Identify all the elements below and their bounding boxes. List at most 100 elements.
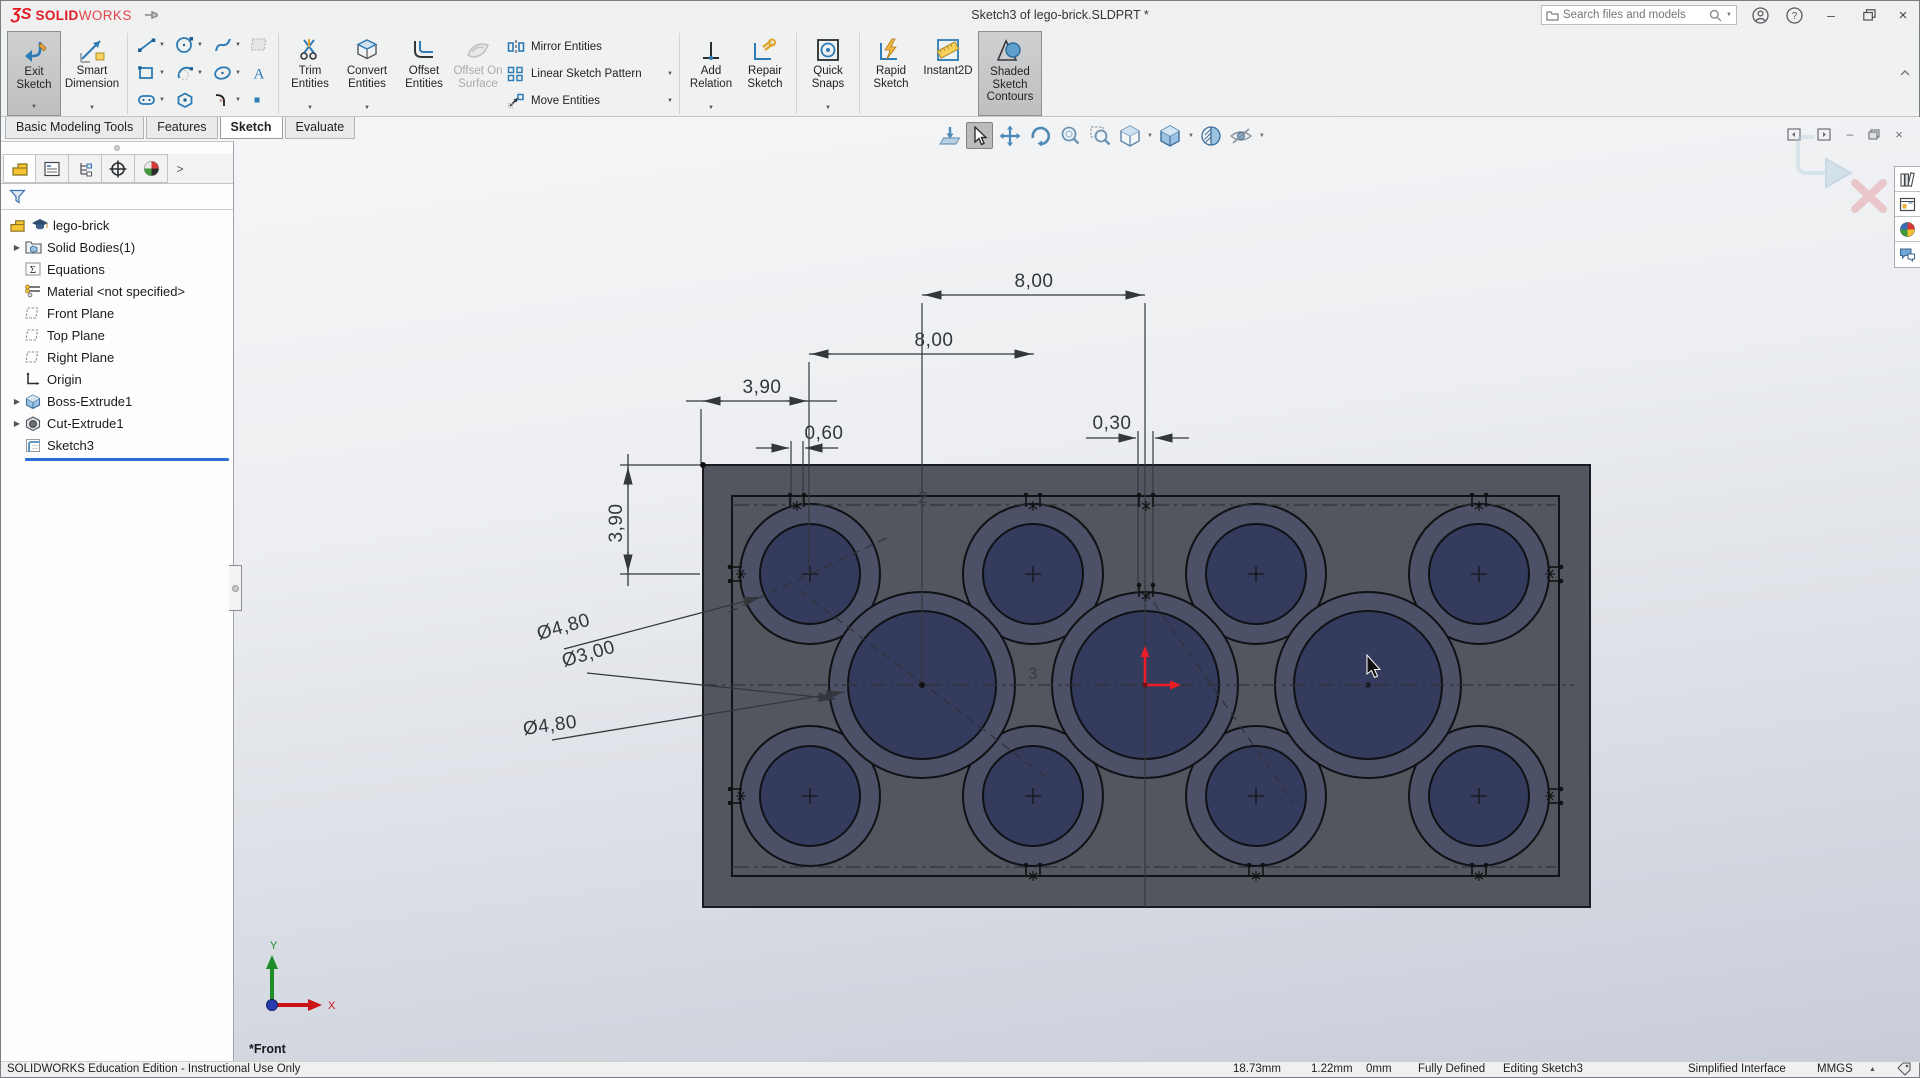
configurationmanager-tab[interactable] xyxy=(69,154,102,183)
slot-caret[interactable]: ▼ xyxy=(159,97,165,103)
move-entities-button[interactable]: Move Entities ▼ xyxy=(505,90,675,112)
shaded-sketch-contours-button[interactable]: Shaded Sketch Contours xyxy=(978,31,1042,116)
linear-sketch-pattern-button[interactable]: Linear Sketch Pattern ▼ xyxy=(505,63,675,85)
polygon-tool[interactable] xyxy=(172,92,210,108)
spline-icon xyxy=(213,36,233,54)
convert-caret[interactable]: ▼ xyxy=(364,102,370,115)
tree-item-right-plane[interactable]: Right Plane xyxy=(1,346,233,368)
dimension-8b[interactable]: 8,00 xyxy=(809,330,1034,354)
hide-show-caret[interactable]: ▼ xyxy=(1259,133,1265,139)
help-icon[interactable]: ? xyxy=(1781,4,1807,26)
tab-features[interactable]: Features xyxy=(146,117,217,139)
doc-close-icon[interactable]: × xyxy=(1888,125,1910,143)
units-selector[interactable]: MMGS xyxy=(1817,1063,1853,1075)
status-tag-icon[interactable] xyxy=(1897,1062,1911,1076)
restore-button[interactable] xyxy=(1856,4,1882,26)
search-icon[interactable] xyxy=(1709,9,1722,22)
tree-item-boss-extrude1[interactable]: ▶ Boss-Extrude1 xyxy=(1,390,233,412)
tab-basic-modeling-tools[interactable]: Basic Modeling Tools xyxy=(5,117,144,139)
tree-item-lego-brick[interactable]: lego-brick xyxy=(1,214,233,236)
svg-text:8,00: 8,00 xyxy=(1015,271,1054,292)
slot-tool[interactable]: ▼ xyxy=(134,93,172,107)
dimxpert-tab[interactable] xyxy=(102,154,135,183)
search-box[interactable]: ▼ xyxy=(1541,5,1737,25)
tree-filter[interactable] xyxy=(1,184,233,210)
tree-item-equations[interactable]: Σ Equations xyxy=(1,258,233,280)
propertymanager-tab[interactable] xyxy=(36,154,69,183)
ellipse-tool[interactable]: ▼ xyxy=(210,64,248,82)
featuremanager-tree-tab[interactable] xyxy=(3,154,36,183)
convert-entities-label: Convert Entities xyxy=(337,65,397,90)
spline-caret[interactable]: ▼ xyxy=(235,42,241,48)
displaymanager-tab[interactable] xyxy=(135,154,168,183)
sketch-point[interactable] xyxy=(919,682,925,688)
display-style-caret[interactable]: ▼ xyxy=(1188,133,1194,139)
search-scope-caret[interactable]: ▼ xyxy=(1726,12,1732,18)
property-list-icon xyxy=(43,161,61,177)
tree-item-top-plane[interactable]: Top Plane xyxy=(1,324,233,346)
instant2d-button[interactable]: Instant2D xyxy=(918,31,978,116)
graphics-area[interactable]: Basic Modeling Tools Features Sketch Eva… xyxy=(1,117,1920,1063)
ellipse-caret[interactable]: ▼ xyxy=(235,70,241,76)
point-tool[interactable] xyxy=(248,94,274,106)
line-tool[interactable]: ▼ xyxy=(134,37,172,53)
add-relation-button[interactable]: Add Relation ▼ xyxy=(684,31,738,116)
smart-dimension-caret[interactable]: ▼ xyxy=(89,102,95,115)
sketch-point[interactable] xyxy=(700,462,706,468)
interface-mode[interactable]: Simplified Interface xyxy=(1688,1063,1786,1075)
trim-caret[interactable]: ▼ xyxy=(307,102,313,115)
panel-tabs-more[interactable]: > xyxy=(168,154,192,183)
expand-arrow-icon[interactable]: ▶ xyxy=(9,243,25,252)
exit-sketch-button[interactable]: Exit Sketch ▼ xyxy=(7,31,61,116)
fillet-tool[interactable]: × ▼ xyxy=(210,92,248,108)
line-caret[interactable]: ▼ xyxy=(159,42,165,48)
exit-sketch-caret[interactable]: ▼ xyxy=(31,101,37,114)
rollback-bar[interactable] xyxy=(25,458,229,461)
arc-caret[interactable]: ▼ xyxy=(197,70,203,76)
close-button[interactable]: × xyxy=(1890,4,1916,26)
circle-tool[interactable]: ▼ xyxy=(172,36,210,54)
text-tool[interactable]: A xyxy=(248,65,274,81)
rectangle-caret[interactable]: ▼ xyxy=(159,70,165,76)
rapid-sketch-button[interactable]: Rapid Sketch xyxy=(864,31,918,116)
view-orientation-caret[interactable]: ▼ xyxy=(1147,133,1153,139)
dimension-39v[interactable]: 3,90 xyxy=(606,454,628,586)
dimension-8a[interactable]: 8,00 xyxy=(922,271,1145,295)
search-input[interactable] xyxy=(1563,9,1705,21)
expand-arrow-icon[interactable]: ▶ xyxy=(9,397,25,406)
linear-pattern-caret[interactable]: ▼ xyxy=(667,71,673,77)
expand-arrow-icon[interactable]: ▶ xyxy=(9,419,25,428)
minimize-button[interactable]: – xyxy=(1818,4,1844,26)
quick-snaps-caret[interactable]: ▼ xyxy=(825,102,831,115)
smart-dimension-button[interactable]: Smart Dimension ▼ xyxy=(61,31,123,116)
dimension-39h[interactable]: 3,90 xyxy=(686,377,837,401)
panel-handle[interactable] xyxy=(1,142,233,154)
tree-item-solid-bodies[interactable]: ▶ Solid Bodies(1) xyxy=(1,236,233,258)
circle-caret[interactable]: ▼ xyxy=(197,42,203,48)
spline-tool[interactable]: ▼ xyxy=(210,36,248,54)
trim-entities-button[interactable]: Trim Entities ▼ xyxy=(283,31,337,116)
units-caret[interactable]: ▲ xyxy=(1869,1066,1876,1073)
sketch-canvas[interactable]: 8,00 8,00 3,90 0,60 xyxy=(234,143,1920,1063)
convert-entities-button[interactable]: Convert Entities ▼ xyxy=(337,31,397,116)
quick-snaps-button[interactable]: Quick Snaps ▼ xyxy=(801,31,855,116)
repair-sketch-button[interactable]: Repair Sketch xyxy=(738,31,792,116)
dimension-060[interactable]: 0,60 xyxy=(756,423,843,448)
rectangle-tool[interactable]: ▼ xyxy=(134,65,172,81)
tree-item-front-plane[interactable]: Front Plane xyxy=(1,302,233,324)
editing-status: Editing Sketch3 xyxy=(1503,1063,1583,1075)
tree-item-origin[interactable]: Origin xyxy=(1,368,233,390)
move-entities-caret[interactable]: ▼ xyxy=(667,98,673,104)
tree-item-material[interactable]: Material <not specified> xyxy=(1,280,233,302)
offset-entities-button[interactable]: Offset Entities xyxy=(397,31,451,116)
account-icon[interactable] xyxy=(1747,4,1773,26)
tab-sketch[interactable]: Sketch xyxy=(220,117,283,139)
tree-item-cut-extrude1[interactable]: ▶ Cut-Extrude1 xyxy=(1,412,233,434)
tree-item-sketch3[interactable]: Sketch3 xyxy=(1,434,233,456)
fillet-caret[interactable]: ▼ xyxy=(235,97,241,103)
tab-evaluate[interactable]: Evaluate xyxy=(285,117,356,139)
mirror-entities-button[interactable]: Mirror Entities xyxy=(505,36,675,58)
add-relation-caret[interactable]: ▼ xyxy=(708,102,714,115)
ribbon-pin-icon[interactable] xyxy=(1899,69,1911,77)
arc-tool[interactable]: ▼ xyxy=(172,64,210,82)
